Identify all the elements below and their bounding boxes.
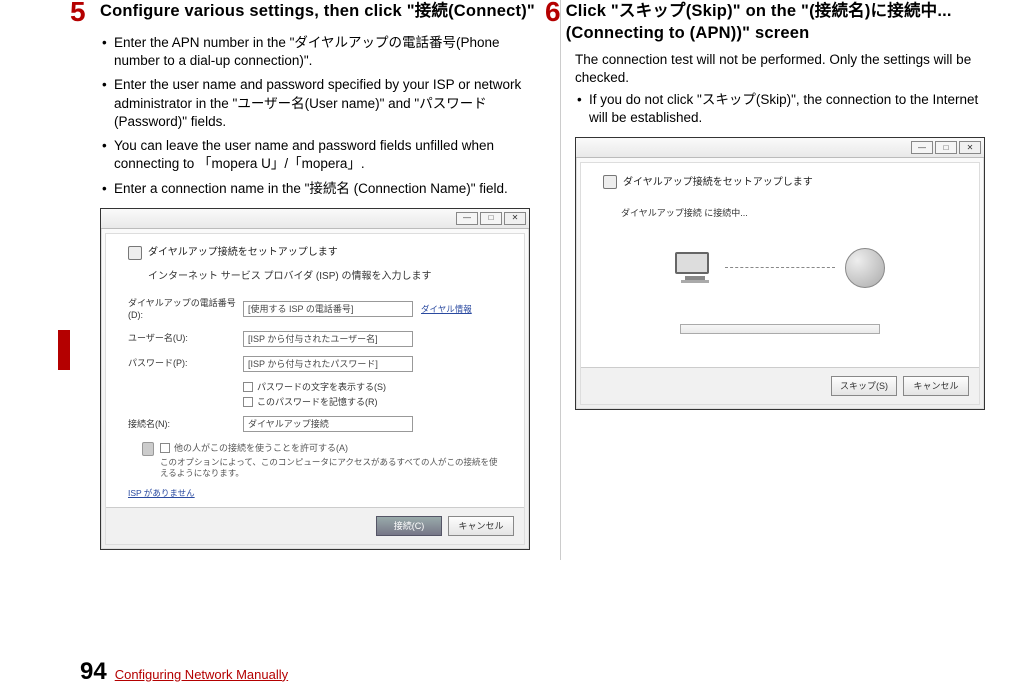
step-5-title: Configure various settings, then click "… (100, 0, 535, 22)
connecting-graphic (675, 248, 885, 288)
step-6-bullets: If you do not click "スキップ(Skip)", the co… (575, 91, 1000, 127)
pass-label: パスワード(P): (128, 357, 243, 369)
step-5-bullets: Enter the APN number in the "ダイヤルアップの電話番… (100, 34, 545, 198)
shield-icon (142, 442, 154, 456)
dialog-titlebar: — □ ✕ (576, 138, 984, 158)
allow-others-note: このオプションによって、このコンピュータにアクセスがあるすべての人がこの接続を使… (160, 457, 502, 480)
dialog-titlebar: — □ ✕ (101, 209, 529, 229)
user-label: ユーザー名(U): (128, 332, 243, 344)
phone-input[interactable]: [使用する ISP の電話番号] (243, 301, 413, 317)
dial-info-link[interactable]: ダイヤル情報 (421, 304, 472, 315)
dialog-title: ダイヤルアップ接続をセットアップします (623, 176, 813, 190)
globe-icon (845, 248, 885, 288)
setup-dialog: — □ ✕ ダイヤルアップ接続をセットアップします インターネット サービス プ… (100, 208, 530, 551)
footer-chapter-title: Configuring Network Manually (115, 666, 288, 684)
column-divider (560, 0, 561, 560)
remember-password-label: このパスワードを記憶する(R) (257, 396, 378, 408)
connection-name-input[interactable]: ダイヤルアップ接続 (243, 416, 413, 432)
close-button[interactable]: ✕ (504, 212, 526, 225)
checkbox-icon (243, 382, 253, 392)
minimize-button[interactable]: — (911, 141, 933, 154)
maximize-button[interactable]: □ (480, 212, 502, 225)
section-tab (58, 330, 70, 370)
computer-icon (675, 252, 715, 284)
phone-label: ダイヤルアップの電話番号(D): (128, 297, 243, 321)
cancel-button[interactable]: キャンセル (448, 516, 514, 536)
show-password-checkbox[interactable]: パスワードの文字を表示する(S) (243, 381, 502, 393)
progress-bar (680, 324, 880, 334)
connection-name-label: 接続名(N): (128, 418, 243, 430)
connecting-dialog: — □ ✕ ダイヤルアップ接続をセットアップします ダイヤルアップ接続 に接続中… (575, 137, 985, 410)
step-6-title: Click "スキップ(Skip)" on the "(接続名)に接続中...(… (566, 0, 1000, 45)
connection-line-icon (725, 267, 835, 268)
close-button[interactable]: ✕ (959, 141, 981, 154)
no-isp-link[interactable]: ISP がありません (128, 488, 195, 499)
show-password-label: パスワードの文字を表示する(S) (257, 381, 386, 393)
bullet-item: Enter a connection name in the "接続名 (Con… (100, 180, 545, 198)
checkbox-icon (160, 443, 170, 453)
back-icon[interactable] (603, 175, 617, 189)
connect-button[interactable]: 接続(C) (376, 516, 442, 536)
checkbox-icon (243, 397, 253, 407)
step-6-column: 6 Click "スキップ(Skip)" on the "(接続名)に接続中..… (575, 0, 1000, 550)
bullet-item: Enter the APN number in the "ダイヤルアップの電話番… (100, 34, 545, 70)
isp-instruction: インターネット サービス プロバイダ (ISP) の情報を入力します (148, 270, 502, 284)
allow-others-label[interactable]: 他の人がこの接続を使うことを許可する(A) (174, 442, 348, 454)
user-input[interactable]: [ISP から付与されたユーザー名] (243, 331, 413, 347)
step-5-column: 5 Configure various settings, then click… (100, 0, 545, 550)
pass-input[interactable]: [ISP から付与されたパスワード] (243, 356, 413, 372)
bullet-item: If you do not click "スキップ(Skip)", the co… (575, 91, 1000, 127)
step-number-6: 6 (545, 0, 566, 26)
skip-button[interactable]: スキップ(S) (831, 376, 897, 396)
minimize-button[interactable]: — (456, 212, 478, 225)
step-number-5: 5 (70, 0, 100, 26)
bullet-item: Enter the user name and password specifi… (100, 76, 545, 131)
maximize-button[interactable]: □ (935, 141, 957, 154)
back-icon[interactable] (128, 246, 142, 260)
connecting-message: ダイヤルアップ接続 に接続中... (621, 207, 748, 219)
step-6-line1: The connection test will not be performe… (575, 51, 1000, 87)
page-number: 94 (80, 656, 107, 688)
page-footer: 94 Configuring Network Manually (0, 656, 288, 688)
bullet-item: You can leave the user name and password… (100, 137, 545, 173)
dialog-title: ダイヤルアップ接続をセットアップします (148, 246, 338, 260)
cancel-button[interactable]: キャンセル (903, 376, 969, 396)
remember-password-checkbox[interactable]: このパスワードを記憶する(R) (243, 396, 502, 408)
